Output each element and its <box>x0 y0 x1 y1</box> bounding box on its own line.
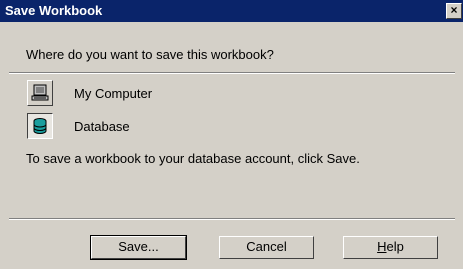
my-computer-option-button[interactable] <box>27 80 53 106</box>
database-label[interactable]: Database <box>74 119 130 134</box>
bottom-divider <box>9 218 455 220</box>
my-computer-label[interactable]: My Computer <box>74 86 152 101</box>
database-option-button[interactable] <box>27 113 53 139</box>
help-button[interactable]: Help <box>343 236 438 259</box>
cancel-button[interactable]: Cancel <box>219 236 314 259</box>
database-icon <box>33 118 47 134</box>
title-bar: Save Workbook × <box>0 0 463 22</box>
close-button[interactable]: × <box>446 3 462 19</box>
save-instruction-text: To save a workbook to your database acco… <box>26 151 360 166</box>
top-divider <box>9 72 455 74</box>
cancel-button-label: Cancel <box>246 239 287 254</box>
save-button-label: Save... <box>118 239 159 254</box>
close-icon: × <box>450 3 458 17</box>
computer-icon <box>31 84 49 101</box>
save-button[interactable]: Save... <box>90 235 187 260</box>
help-button-label: Help <box>377 239 404 254</box>
save-workbook-dialog: Save Workbook × Where do you want to sav… <box>0 0 463 269</box>
window-title: Save Workbook <box>5 3 103 18</box>
save-location-prompt: Where do you want to save this workbook? <box>26 47 274 62</box>
